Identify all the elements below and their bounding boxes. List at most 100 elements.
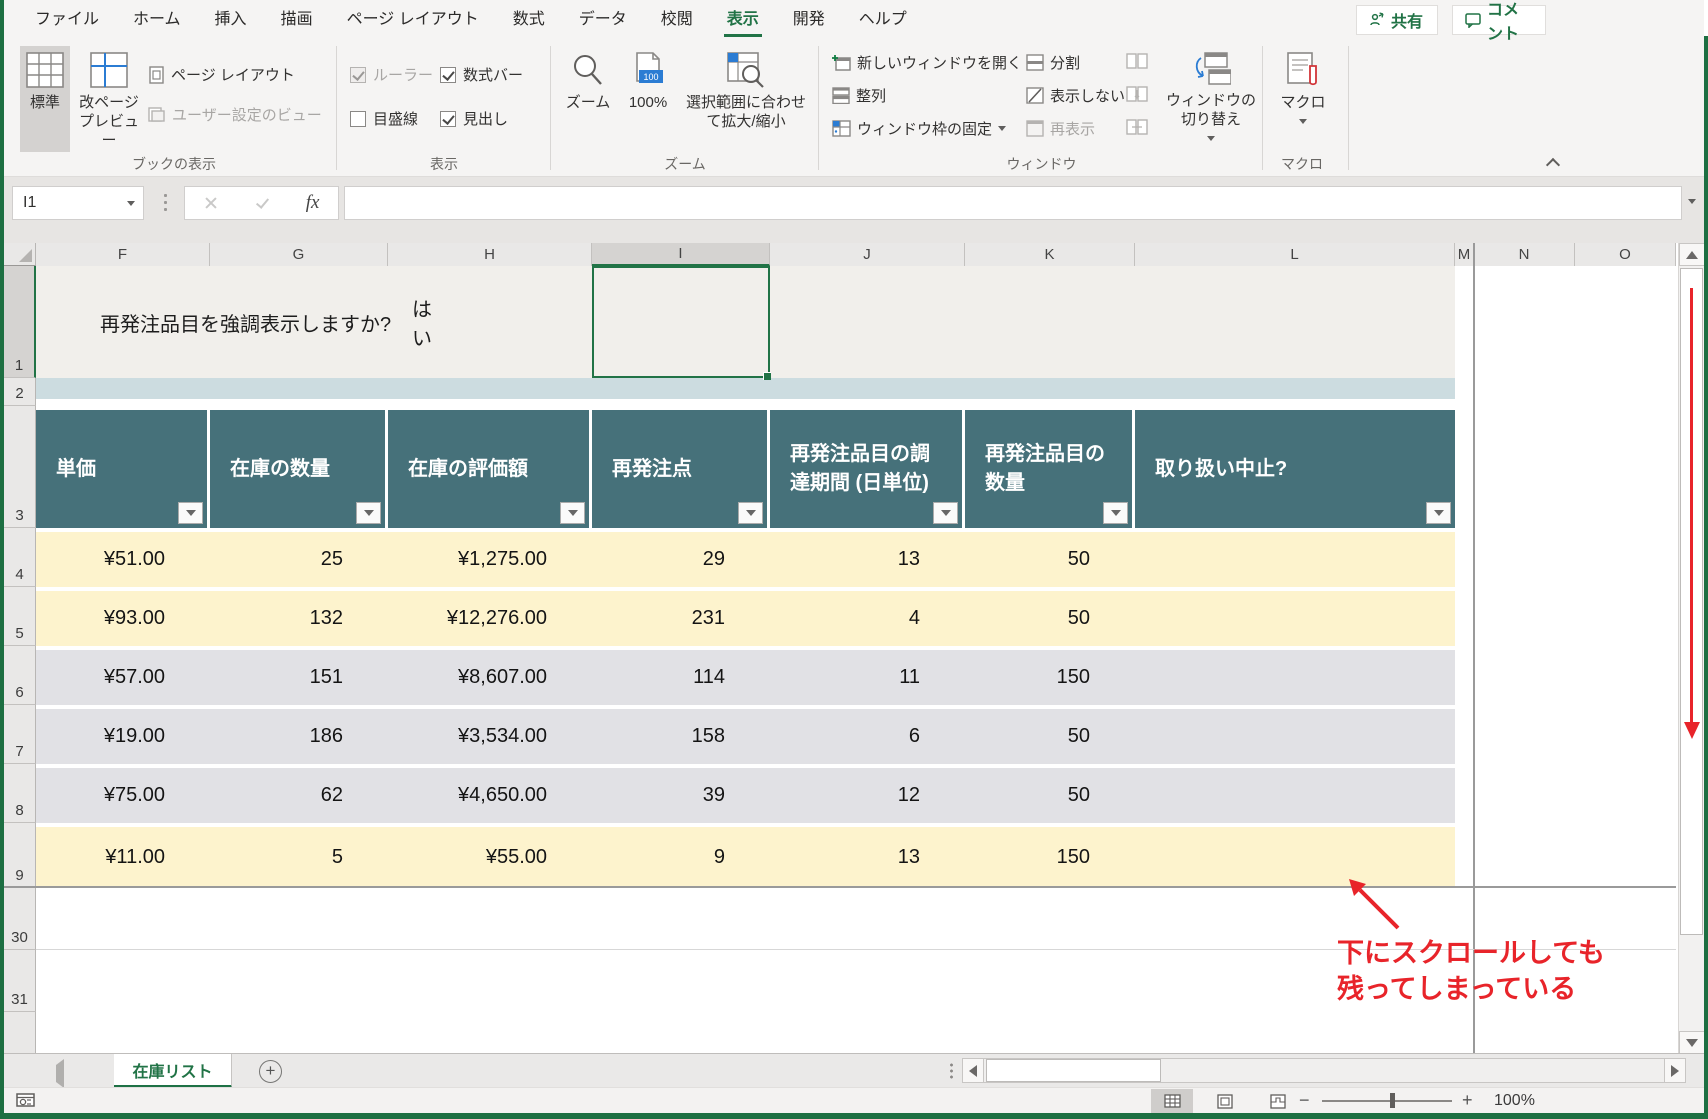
- header-qty-in-stock[interactable]: 在庫の数量: [210, 410, 388, 528]
- row-header-32[interactable]: 32: [4, 1012, 36, 1053]
- cell[interactable]: [1135, 591, 1455, 646]
- zoom-100-button[interactable]: 100 100%: [620, 46, 676, 156]
- cell[interactable]: 62: [210, 768, 388, 823]
- cell[interactable]: 231: [592, 591, 770, 646]
- row-header-3[interactable]: 3: [4, 406, 36, 528]
- cell[interactable]: ¥19.00: [36, 709, 210, 764]
- cell[interactable]: 5: [210, 827, 388, 888]
- header-inventory-value[interactable]: 在庫の評価額: [388, 410, 592, 528]
- reset-window-position-icon[interactable]: [1126, 118, 1148, 136]
- comments-button[interactable]: コメント: [1452, 2, 1546, 43]
- sheet-tab-inventory[interactable]: 在庫リスト: [114, 1054, 232, 1088]
- gridlines-checkbox[interactable]: 目盛線: [350, 108, 418, 129]
- add-sheet-button[interactable]: +: [259, 1060, 282, 1083]
- insert-function-icon[interactable]: fx: [306, 192, 320, 214]
- cancel-icon[interactable]: [204, 196, 218, 210]
- cell[interactable]: 150: [965, 827, 1135, 888]
- cell[interactable]: 13: [770, 827, 965, 888]
- row-header-1[interactable]: 1: [4, 266, 36, 378]
- cell[interactable]: 25: [210, 532, 388, 587]
- cell[interactable]: ¥57.00: [36, 650, 210, 705]
- cell[interactable]: 13: [770, 532, 965, 587]
- zoom-slider-thumb[interactable]: [1390, 1093, 1395, 1108]
- page-layout-view-button[interactable]: ページ レイアウト: [148, 64, 295, 85]
- tab-draw[interactable]: 描画: [264, 0, 330, 40]
- cell[interactable]: ¥8,607.00: [388, 650, 592, 705]
- cell[interactable]: ¥4,650.00: [388, 768, 592, 823]
- column-header-j[interactable]: J: [770, 243, 965, 266]
- column-header-h[interactable]: H: [388, 243, 592, 266]
- tab-help[interactable]: ヘルプ: [842, 0, 924, 40]
- scroll-left-button[interactable]: [962, 1058, 984, 1083]
- cell[interactable]: [1135, 768, 1455, 823]
- row-header-4[interactable]: 4: [4, 528, 36, 587]
- macros-button[interactable]: マクロ: [1272, 46, 1334, 164]
- column-header-g[interactable]: G: [210, 243, 388, 266]
- cell[interactable]: ¥75.00: [36, 768, 210, 823]
- filter-button[interactable]: [1426, 502, 1451, 524]
- sheet-nav-left-icon[interactable]: [56, 1059, 64, 1088]
- zoom-in-icon[interactable]: +: [1462, 1090, 1473, 1111]
- zoom-level-label[interactable]: 100%: [1494, 1092, 1535, 1110]
- new-window-button[interactable]: 新しいウィンドウを開く: [832, 52, 1022, 73]
- formula-bar-handle[interactable]: [164, 192, 167, 214]
- header-discontinued[interactable]: 取り扱い中止?: [1135, 410, 1455, 528]
- header-reorder-qty[interactable]: 再発注品目の数量: [965, 410, 1135, 528]
- fill-handle[interactable]: [763, 372, 771, 380]
- filter-button[interactable]: [738, 502, 763, 524]
- cell[interactable]: [1135, 709, 1455, 764]
- cell[interactable]: 50: [965, 709, 1135, 764]
- filter-button[interactable]: [178, 502, 203, 524]
- cell[interactable]: ¥11.00: [36, 827, 210, 888]
- tab-scroll-sash[interactable]: [950, 1062, 953, 1080]
- page-break-preview-button[interactable]: 改ページ プレビュー: [76, 46, 142, 164]
- page-layout-status-button[interactable]: [1204, 1089, 1246, 1113]
- row-header-5[interactable]: 5: [4, 587, 36, 646]
- formula-bar-checkbox[interactable]: 数式バー: [440, 64, 523, 85]
- column-header-n[interactable]: N: [1474, 243, 1575, 266]
- cell[interactable]: 132: [210, 591, 388, 646]
- unhide-button[interactable]: 再表示: [1026, 118, 1095, 139]
- filter-button[interactable]: [1103, 502, 1128, 524]
- cell[interactable]: ¥51.00: [36, 532, 210, 587]
- split-button[interactable]: 分割: [1026, 52, 1080, 73]
- normal-view-status-button[interactable]: [1151, 1089, 1193, 1113]
- row-header-2[interactable]: 2: [4, 378, 36, 406]
- share-button[interactable]: 共有: [1356, 5, 1438, 35]
- cell[interactable]: ¥12,276.00: [388, 591, 592, 646]
- headings-checkbox[interactable]: 見出し: [440, 108, 508, 129]
- cell[interactable]: 6: [770, 709, 965, 764]
- tab-view[interactable]: 表示: [710, 0, 776, 40]
- column-header-m[interactable]: M: [1455, 243, 1474, 266]
- cell[interactable]: ¥55.00: [388, 827, 592, 888]
- column-header-f[interactable]: F: [36, 243, 210, 266]
- custom-views-button[interactable]: ユーザー設定のビュー: [148, 104, 322, 125]
- zoom-to-selection-button[interactable]: 選択範囲に合わせて拡大/縮小: [680, 46, 812, 164]
- filter-button[interactable]: [560, 502, 585, 524]
- cell[interactable]: [1135, 532, 1455, 587]
- formula-bar-expand-icon[interactable]: [1688, 199, 1696, 204]
- tab-file[interactable]: ファイル: [18, 0, 116, 40]
- cell[interactable]: 158: [592, 709, 770, 764]
- row-header-7[interactable]: 7: [4, 705, 36, 764]
- row-header-31[interactable]: 31: [4, 950, 36, 1012]
- filter-button[interactable]: [356, 502, 381, 524]
- cell[interactable]: ¥3,534.00: [388, 709, 592, 764]
- tab-data[interactable]: データ: [562, 0, 644, 40]
- cell[interactable]: ¥1,275.00: [388, 532, 592, 587]
- header-reorder-point[interactable]: 再発注点: [592, 410, 770, 528]
- header-lead-time[interactable]: 再発注品目の調達期間 (日単位): [770, 410, 965, 528]
- horizontal-scrollbar-thumb[interactable]: [986, 1059, 1161, 1082]
- column-header-i[interactable]: I: [592, 243, 770, 266]
- ruler-checkbox[interactable]: ルーラー: [350, 64, 433, 85]
- tab-home[interactable]: ホーム: [116, 0, 198, 40]
- cell[interactable]: 151: [210, 650, 388, 705]
- column-header-k[interactable]: K: [965, 243, 1135, 266]
- page-break-status-button[interactable]: [1257, 1089, 1299, 1113]
- hide-button[interactable]: 表示しない: [1026, 85, 1125, 106]
- zoom-slider-track[interactable]: [1322, 1100, 1452, 1102]
- reorder-prompt-cell[interactable]: 再発注品目を強調表示しますか? はい: [100, 266, 432, 378]
- collapse-ribbon-icon[interactable]: [1545, 157, 1561, 173]
- zoom-button[interactable]: ズーム: [560, 46, 616, 156]
- cell[interactable]: 11: [770, 650, 965, 705]
